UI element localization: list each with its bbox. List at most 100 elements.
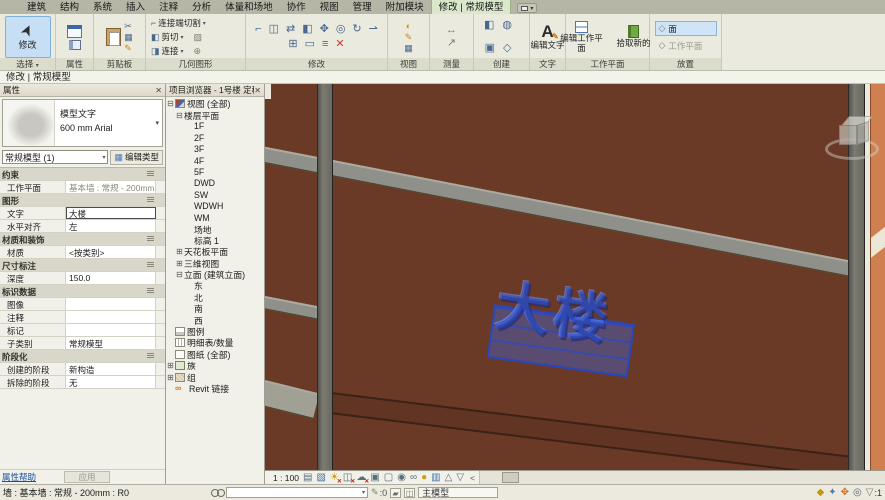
section-collapse-icon[interactable]	[147, 353, 154, 358]
tab-systems[interactable]: 系统	[86, 0, 119, 14]
trim-icon[interactable]: ⇀	[369, 24, 378, 35]
paste-icon[interactable]	[106, 28, 121, 46]
prop-row-phase-created[interactable]: 创建的阶段新构造	[0, 363, 165, 376]
tree-item-elevation[interactable]: 西	[166, 314, 264, 325]
array-icon[interactable]: ⊞	[288, 39, 297, 50]
wall-seam[interactable]	[328, 392, 872, 470]
collapse-icon[interactable]: ⊟	[175, 270, 184, 279]
ribbon-minimize-toggle[interactable]: ▾	[517, 3, 537, 13]
tab-manage[interactable]: 管理	[346, 0, 379, 14]
tree-item-level[interactable]: 5F	[166, 166, 264, 177]
measure-angle-icon[interactable]: ↗	[447, 38, 456, 49]
lock-3d-view-icon[interactable]: ◉	[397, 473, 406, 483]
close-icon[interactable]: ✕	[254, 86, 261, 95]
section-phasing[interactable]: 阶段化	[0, 350, 165, 363]
drawing-area[interactable]: 大楼	[265, 84, 885, 470]
properties-header[interactable]: 属性 ✕	[0, 84, 165, 97]
geometry-extra-icon[interactable]: ▨	[194, 33, 203, 42]
shadows-icon[interactable]: ◫✕	[343, 473, 352, 483]
floor-band[interactable]	[265, 296, 320, 319]
create-similar-icon[interactable]: ◍	[502, 20, 512, 31]
tree-item-level[interactable]: 4F	[166, 155, 264, 166]
cope-button[interactable]: ⌐ 连接端切割 ▾	[151, 17, 206, 29]
hide-isolate-icon[interactable]: ∞	[410, 473, 417, 483]
analytical-model-icon[interactable]: △	[445, 473, 453, 483]
prop-row-halign[interactable]: 水平对齐左	[0, 220, 165, 233]
align-icon[interactable]: ⌐	[255, 24, 261, 35]
tree-item-level[interactable]: SW	[166, 189, 264, 200]
create-assembly-icon[interactable]: ▣	[485, 43, 495, 54]
cut-geometry-button[interactable]: ◧ 剪切 ▾ ▨	[151, 31, 202, 43]
pin-icon[interactable]: ≡	[322, 39, 328, 50]
type-properties-icon[interactable]	[69, 40, 81, 50]
expand-icon[interactable]: ⊞	[166, 373, 175, 382]
viewcube[interactable]	[825, 112, 885, 170]
measure-distance-icon[interactable]: ↔	[446, 25, 457, 36]
place-on-workplane-option[interactable]: ◇ 工作平面	[655, 38, 717, 53]
expand-icon[interactable]: ⊞	[175, 247, 184, 256]
selection-filter[interactable]: ▽ :1	[866, 488, 882, 498]
geometry-extra2-icon[interactable]: ⊕	[194, 47, 202, 56]
copy-element-icon[interactable]: ◎	[336, 24, 346, 35]
horizontal-scrollbar[interactable]	[479, 471, 885, 484]
sun-path-icon[interactable]: ☀✕	[330, 473, 339, 483]
view-properties-icon[interactable]: ▥	[431, 473, 440, 483]
copy-icon[interactable]: ▦	[124, 33, 133, 42]
exclude-options-icon[interactable]: ✦	[828, 488, 836, 498]
collapse-icon[interactable]: ⊟	[166, 99, 175, 108]
pick-new-host-icon[interactable]	[628, 25, 639, 38]
expand-icon[interactable]: ⊞	[175, 259, 184, 268]
detail-level-icon[interactable]: ▤	[303, 473, 312, 483]
tree-item-level[interactable]: DWD	[166, 178, 264, 189]
section-materials[interactable]: 材质和装饰	[0, 233, 165, 246]
prop-row-depth[interactable]: 深度150.0	[0, 272, 165, 285]
tab-annotate[interactable]: 注释	[152, 0, 185, 14]
tab-massing-site[interactable]: 体量和场地	[218, 0, 280, 14]
workset-icon[interactable]	[211, 489, 223, 496]
tab-addins[interactable]: 附加模块	[379, 0, 431, 14]
active-workset-combo[interactable]: ▾	[226, 487, 368, 498]
visual-style-icon[interactable]: ▧	[316, 473, 325, 483]
prop-row-material[interactable]: 材质<按类别>	[0, 246, 165, 259]
tree-item-level[interactable]: 2F	[166, 132, 264, 143]
create-parts-icon[interactable]: ◇	[503, 43, 511, 54]
close-icon[interactable]: ✕	[155, 86, 162, 95]
cut-icon[interactable]: ✂	[124, 22, 132, 31]
tree-item-revit-links[interactable]: ∞Revit 链接	[166, 383, 264, 394]
linework-icon[interactable]: ✎	[405, 33, 413, 42]
tree-item-families[interactable]: ⊞族	[166, 360, 264, 371]
chevron-down-icon[interactable]: ▾	[155, 119, 159, 127]
tree-item-level[interactable]: 1F	[166, 121, 264, 132]
reveal-elements-icon[interactable]: ◐	[406, 22, 411, 31]
properties-help-link[interactable]: 属性帮助	[2, 471, 36, 483]
tree-item-level[interactable]: WM	[166, 212, 264, 223]
constraints-icon[interactable]: ▽	[456, 473, 464, 483]
section-collapse-icon[interactable]	[147, 171, 154, 176]
select-settings-icon[interactable]: ◎	[853, 488, 862, 498]
section-identity[interactable]: 标识数据	[0, 285, 165, 298]
scale-icon[interactable]: ▭	[305, 39, 315, 50]
displace-icon[interactable]: ▦	[404, 44, 413, 53]
tree-item-elevations[interactable]: ⊟立面 (建筑立面)	[166, 269, 264, 280]
crop-region-icon[interactable]: ▢	[384, 473, 393, 483]
viewcube-side-face[interactable]	[857, 121, 869, 145]
design-option-box[interactable]: 主模型	[418, 487, 498, 498]
split-icon[interactable]: ◧	[302, 24, 312, 35]
tree-item-elevation[interactable]: 南	[166, 303, 264, 314]
move-icon[interactable]: ✥	[320, 24, 329, 35]
create-group-icon[interactable]: ◧	[484, 20, 494, 31]
tab-structure[interactable]: 结构	[53, 0, 86, 14]
rendering-dialog-icon[interactable]: ☁✕	[356, 473, 366, 483]
modify-tool-button[interactable]: ➤ 修改	[5, 16, 51, 58]
viewcube-front-face[interactable]	[839, 125, 857, 145]
prop-row-subcategory[interactable]: 子类别常规模型	[0, 337, 165, 350]
tree-item-floorplans[interactable]: ⊟楼层平面	[166, 109, 264, 120]
floor-band[interactable]	[265, 380, 319, 419]
press-drag-icon[interactable]: ✥	[841, 488, 849, 498]
edit-text-icon[interactable]: A ✎	[541, 23, 553, 40]
prop-row-phase-demolished[interactable]: 拆除的阶段无	[0, 376, 165, 389]
selected-model-text[interactable]: 大楼	[485, 286, 640, 393]
editing-requests[interactable]: ✎ :0	[371, 488, 387, 498]
section-graphics[interactable]: 图形	[0, 194, 165, 207]
offset-icon[interactable]: ◫	[269, 24, 279, 35]
